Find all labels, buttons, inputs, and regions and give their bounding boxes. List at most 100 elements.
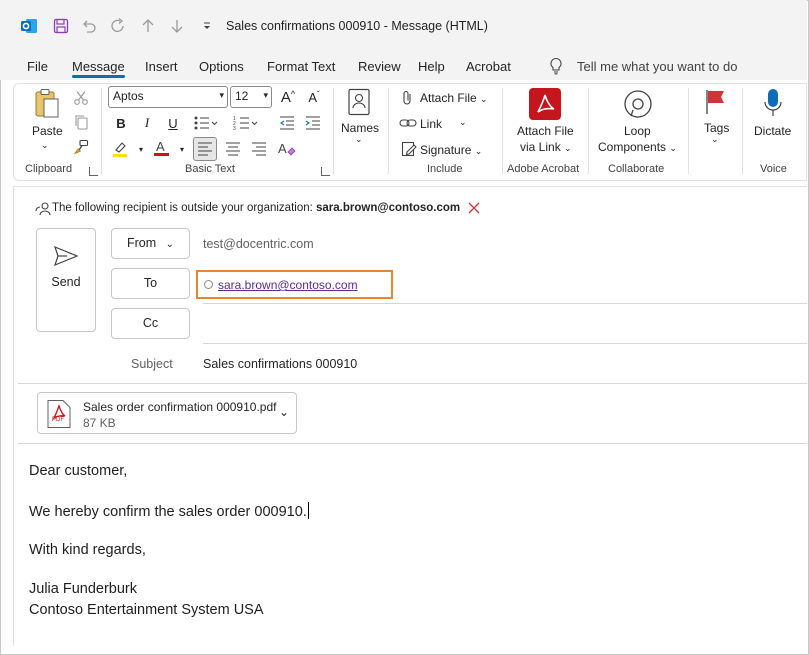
dismiss-notice-icon[interactable] [467, 201, 481, 220]
body-greeting: Dear customer, [29, 463, 128, 479]
increase-indent-icon[interactable] [305, 115, 321, 136]
font-size-select[interactable]: 12 ▾ [230, 86, 272, 108]
chevron-down-icon[interactable]: ▾ [171, 138, 193, 160]
ribbon-separator [588, 88, 589, 174]
chevron-down-icon[interactable]: ⌄ [711, 134, 719, 145]
tell-me-search[interactable]: Tell me what you want to do [577, 59, 737, 74]
window-title: Sales confirmations 000910 - Message (HT… [226, 19, 488, 33]
tab-options[interactable]: Options [199, 59, 244, 74]
ribbon-separator [101, 88, 102, 174]
basic-text-launcher-icon[interactable] [321, 167, 330, 176]
tab-acrobat[interactable]: Acrobat [466, 59, 511, 74]
chevron-down-icon: ⌄ [165, 239, 175, 250]
to-recipient-chip[interactable]: sara.brown@contoso.com [218, 278, 358, 292]
clipboard-group-label: Clipboard [25, 163, 73, 175]
tab-message[interactable]: Message [72, 59, 125, 74]
from-button[interactable]: From ⌄ [111, 228, 190, 259]
to-button[interactable]: To [111, 268, 190, 299]
header-divider [18, 383, 807, 384]
attachment-name: Sales order confirmation 000910.pdf [83, 400, 277, 414]
copy-icon[interactable] [73, 114, 89, 135]
highlight-icon[interactable] [111, 140, 131, 163]
active-tab-indicator [72, 75, 125, 78]
underline-icon[interactable]: U [162, 112, 184, 134]
link-icon [399, 116, 417, 135]
attach-file-button[interactable]: Attach File ⌄ [420, 91, 488, 105]
italic-icon[interactable]: I [136, 112, 158, 134]
align-right-icon[interactable] [248, 138, 270, 165]
attach-file-via-link-button-line2[interactable]: via Link ⌄ [520, 140, 572, 154]
loop-components-button-line1[interactable]: Loop [624, 124, 651, 138]
cc-button[interactable]: Cc [111, 308, 190, 339]
external-recipient-email: sara.brown@contoso.com [316, 202, 461, 214]
chevron-down-icon: ▾ [263, 90, 268, 100]
tab-help[interactable]: Help [418, 59, 445, 74]
ribbon-separator [388, 88, 389, 174]
font-size-value: 12 [235, 89, 249, 103]
body-line-text: We hereby confirm the sales order 000910… [29, 504, 307, 520]
external-recipient-icon [35, 201, 51, 222]
svg-text:A: A [278, 141, 287, 156]
bullets-icon[interactable] [193, 115, 219, 136]
paste-icon [33, 88, 61, 125]
names-button[interactable]: Names [341, 121, 379, 135]
grow-font-icon[interactable]: A ^ [277, 86, 299, 108]
loop-icon [622, 89, 654, 126]
align-left-button[interactable] [193, 137, 217, 161]
save-icon[interactable] [52, 17, 70, 35]
link-button[interactable]: Link [420, 117, 442, 131]
chevron-down-icon[interactable]: ▾ [130, 138, 152, 160]
attachment-card[interactable]: PDF Sales order confirmation 000910.pdf … [37, 392, 297, 434]
align-center-icon[interactable] [222, 138, 244, 165]
tags-button[interactable]: Tags [704, 121, 729, 135]
font-family-select[interactable]: Aptos ▾ [108, 86, 228, 108]
loop-components-button-line2[interactable]: Components ⌄ [598, 140, 677, 154]
to-field-underline [203, 303, 807, 304]
font-color-icon[interactable]: A [152, 138, 172, 163]
tab-file[interactable]: File [27, 59, 48, 74]
clipboard-launcher-icon[interactable] [89, 167, 98, 176]
lightbulb-icon [548, 57, 564, 80]
up-arrow-icon[interactable] [139, 17, 157, 35]
collaborate-group-label: Collaborate [608, 163, 665, 175]
shrink-font-icon[interactable]: Aˇ [303, 86, 325, 108]
basic-text-group-label: Basic Text [185, 163, 235, 175]
body-closing: With kind regards, [29, 542, 146, 558]
svg-text:3: 3 [233, 126, 236, 131]
signature-label: Signature [420, 143, 472, 157]
send-button[interactable]: Send [36, 228, 96, 332]
link-label: Link [420, 117, 443, 131]
tab-review[interactable]: Review [358, 59, 401, 74]
include-group-label: Include [427, 163, 463, 175]
voice-group-label: Voice [760, 163, 787, 175]
dictate-button[interactable]: Dictate [754, 124, 791, 138]
customize-toolbar-icon[interactable] [198, 17, 216, 35]
external-notice-text: The following recipient is outside your … [52, 202, 313, 214]
clear-formatting-icon[interactable]: A [277, 139, 297, 164]
attachment-divider [18, 443, 807, 444]
signature-icon [401, 141, 417, 162]
attachment-menu-chevron-icon[interactable]: ⌄ [279, 405, 289, 419]
cut-icon[interactable] [73, 90, 89, 111]
numbering-icon[interactable]: 123 [233, 115, 259, 136]
tab-format-text[interactable]: Format Text [267, 59, 335, 74]
bold-icon[interactable]: B [110, 112, 132, 134]
paste-dropdown-chevron-icon[interactable]: ⌄ [41, 140, 49, 151]
cc-input[interactable] [203, 312, 807, 340]
decrease-indent-icon[interactable] [279, 115, 295, 136]
svg-text:A: A [156, 139, 165, 154]
down-arrow-icon[interactable] [168, 17, 186, 35]
format-painter-icon[interactable] [73, 139, 89, 160]
undo-icon[interactable] [80, 17, 98, 35]
ribbon-separator [333, 88, 334, 174]
signature-button[interactable]: Signature ⌄ [420, 143, 482, 157]
send-icon [53, 245, 79, 272]
subject-input[interactable]: Sales confirmations 000910 [203, 357, 357, 371]
attach-file-via-link-button-line1[interactable]: Attach File [517, 124, 574, 138]
redo-icon[interactable] [109, 17, 127, 35]
chevron-down-icon[interactable]: ⌄ [355, 134, 363, 145]
paste-button[interactable]: Paste [32, 124, 63, 138]
chevron-down-icon: ⌄ [474, 146, 483, 156]
chevron-down-icon[interactable]: ⌄ [459, 117, 467, 128]
tab-insert[interactable]: Insert [145, 59, 178, 74]
